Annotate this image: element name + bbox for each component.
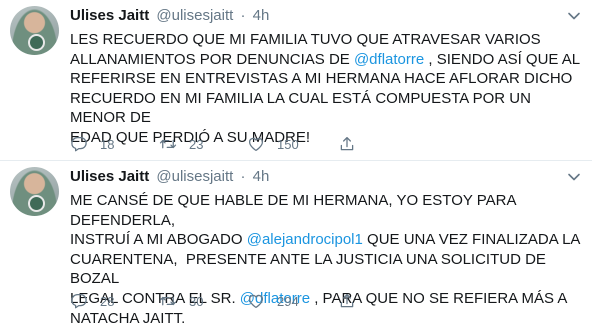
chevron-down-icon[interactable] bbox=[567, 9, 581, 23]
reply-count: 18 bbox=[100, 136, 115, 152]
mention-link[interactable]: @alejandrocipol1 bbox=[247, 231, 363, 248]
like-count: 150 bbox=[277, 136, 299, 152]
retweet-count: 23 bbox=[189, 136, 204, 152]
retweet-icon bbox=[159, 296, 177, 306]
tweet-actions: 28 30 294 bbox=[70, 291, 430, 311]
like-button[interactable]: 150 bbox=[247, 134, 299, 154]
separator: · bbox=[240, 7, 246, 24]
share-icon bbox=[340, 293, 354, 308]
chevron-down-icon[interactable] bbox=[567, 170, 581, 184]
tweet-actions: 18 23 150 bbox=[70, 134, 430, 154]
display-name[interactable]: Ulises Jaitt bbox=[70, 168, 149, 185]
share-button[interactable] bbox=[338, 291, 368, 311]
separator: · bbox=[240, 168, 246, 185]
avatar[interactable] bbox=[10, 167, 59, 216]
tweet-header: Ulises Jaitt @ulisesjaitt · 4h bbox=[70, 168, 269, 185]
tweet[interactable]: Ulises Jaitt @ulisesjaitt · 4h LES RECUE… bbox=[0, 0, 592, 161]
retweet-icon bbox=[159, 139, 177, 149]
reply-count: 28 bbox=[100, 293, 115, 309]
tweet[interactable]: Ulises Jaitt @ulisesjaitt · 4h ME CANSÉ … bbox=[0, 161, 592, 327]
mention-link[interactable]: @dflatorre bbox=[354, 51, 424, 68]
tweet-text: LES RECUERDO QUE MI FAMILIA TUVO QUE ATR… bbox=[70, 30, 585, 148]
retweet-button[interactable]: 30 bbox=[159, 291, 203, 311]
timestamp[interactable]: 4h bbox=[253, 7, 270, 24]
like-count: 294 bbox=[277, 293, 299, 309]
reply-icon bbox=[71, 136, 87, 152]
share-button[interactable] bbox=[338, 134, 368, 154]
reply-button[interactable]: 28 bbox=[70, 291, 114, 311]
reply-icon bbox=[71, 293, 87, 309]
retweet-button[interactable]: 23 bbox=[159, 134, 203, 154]
timestamp[interactable]: 4h bbox=[253, 168, 270, 185]
user-handle[interactable]: @ulisesjaitt bbox=[156, 168, 233, 185]
retweet-count: 30 bbox=[189, 293, 204, 309]
reply-button[interactable]: 18 bbox=[70, 134, 114, 154]
tweet-header: Ulises Jaitt @ulisesjaitt · 4h bbox=[70, 7, 269, 24]
display-name[interactable]: Ulises Jaitt bbox=[70, 7, 149, 24]
like-button[interactable]: 294 bbox=[247, 291, 299, 311]
heart-icon bbox=[248, 294, 264, 309]
avatar[interactable] bbox=[10, 6, 59, 55]
user-handle[interactable]: @ulisesjaitt bbox=[156, 7, 233, 24]
heart-icon bbox=[248, 137, 264, 152]
share-icon bbox=[340, 136, 354, 151]
